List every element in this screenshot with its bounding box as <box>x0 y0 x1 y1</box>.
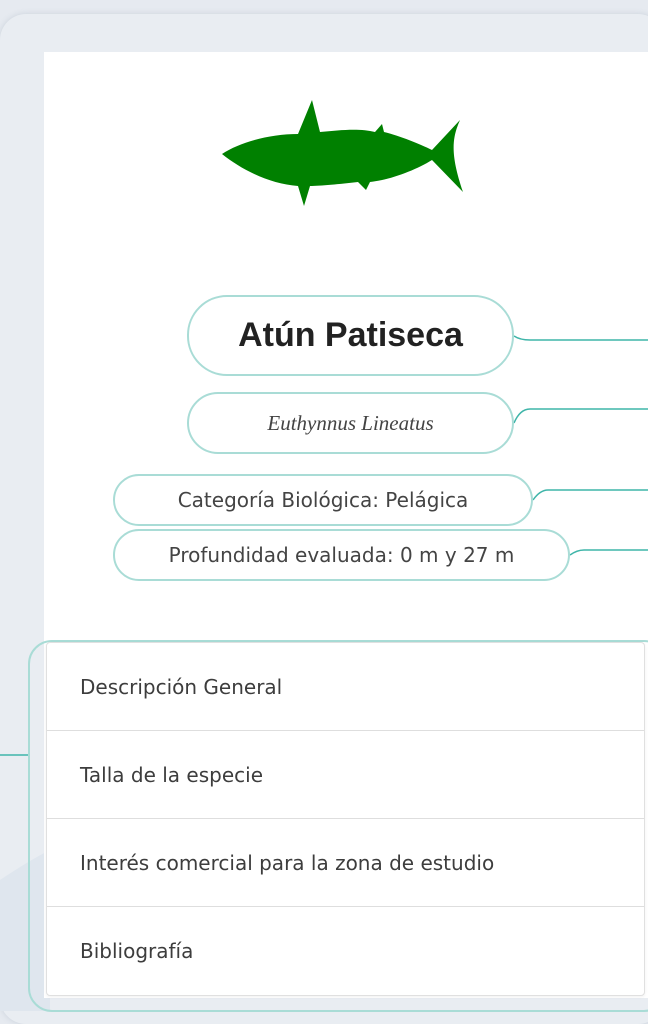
tuna-fish-icon <box>222 100 463 206</box>
section-descripcion-general[interactable]: Descripción General <box>47 643 644 731</box>
species-category: Categoría Biológica: Pelágica <box>113 474 533 526</box>
section-talla[interactable]: Talla de la especie <box>47 731 644 819</box>
sections-accordion: Descripción General Talla de la especie … <box>46 642 645 996</box>
species-scientific-name: Euthynnus Lineatus <box>187 392 514 454</box>
section-bibliografia[interactable]: Bibliografía <box>47 907 644 995</box>
section-interes-comercial[interactable]: Interés comercial para la zona de estudi… <box>47 819 644 907</box>
species-common-name: Atún Patiseca <box>187 295 514 376</box>
species-depth: Profundidad evaluada: 0 m y 27 m <box>113 529 570 581</box>
